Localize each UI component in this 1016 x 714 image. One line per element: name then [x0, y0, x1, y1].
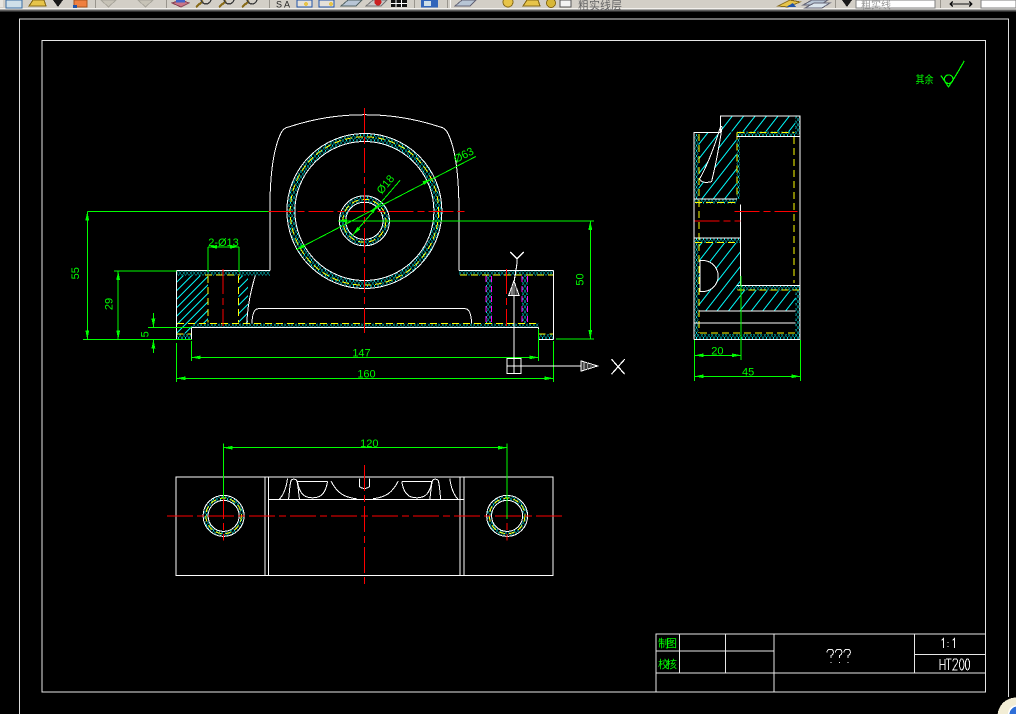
svg-text:粗实线: 粗实线 [861, 0, 891, 12]
svg-text:制图: 制图 [658, 637, 677, 650]
svg-text:S A: S A [276, 0, 290, 10]
svg-text:120: 120 [360, 438, 378, 450]
svg-text:校核: 校核 [658, 657, 677, 671]
svg-text:50: 50 [575, 273, 587, 285]
svg-text:29: 29 [104, 298, 116, 310]
svg-text:45: 45 [742, 367, 754, 379]
svg-text:粗实线层: 粗实线层 [578, 0, 622, 12]
svg-text:147: 147 [352, 348, 370, 360]
svg-text:55: 55 [70, 267, 82, 279]
svg-text:160: 160 [357, 369, 375, 381]
svg-text:2-Ø13: 2-Ø13 [208, 237, 239, 249]
svg-text:20: 20 [711, 346, 723, 358]
svg-text:其余: 其余 [916, 73, 934, 86]
svg-text:5: 5 [140, 331, 152, 337]
